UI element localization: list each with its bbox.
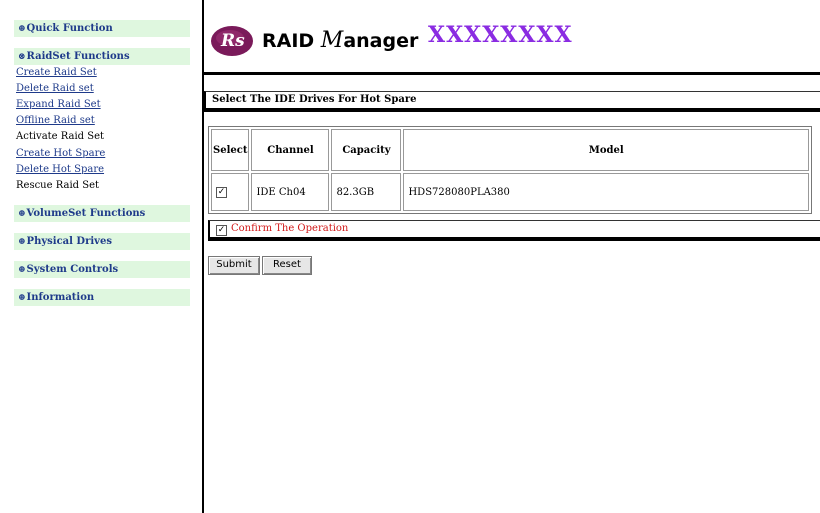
drives-table: Select Channel Capacity Model ✓ IDE Ch04… (208, 126, 812, 214)
reset-button[interactable]: Reset (262, 256, 312, 275)
confirm-bar: ✓ Confirm The Operation (208, 220, 820, 241)
col-capacity: Capacity (331, 129, 402, 171)
table-row: ✓ IDE Ch04 82.3GB HDS728080PLA380 (211, 173, 809, 211)
submit-button[interactable]: Submit (208, 256, 260, 275)
channel-cell: IDE Ch04 (251, 173, 330, 211)
section-physical-drives[interactable]: ⊕Physical Drives (14, 233, 190, 250)
capacity-cell: 82.3GB (331, 173, 402, 211)
sidebar-item-offline-raid-set[interactable]: Offline Raid set (16, 115, 95, 126)
confirm-checkbox[interactable]: ✓ (216, 225, 227, 236)
drive-select-checkbox[interactable]: ✓ (216, 187, 227, 198)
col-select: Select (211, 129, 250, 171)
sidebar-item-delete-raid-set[interactable]: Delete Raid set (16, 83, 94, 94)
section-label: System Controls (26, 264, 119, 275)
section-system-controls[interactable]: ⊕System Controls (14, 261, 190, 278)
header-rule (204, 72, 820, 75)
section-label: Quick Function (26, 23, 113, 34)
section-label: Physical Drives (26, 236, 112, 247)
expand-icon: ⊕ (18, 293, 26, 303)
confirm-label: Confirm The Operation (231, 223, 349, 234)
section-volumeset-functions[interactable]: ⊕VolumeSet Functions (14, 205, 190, 222)
sidebar-item-rescue-raid-set[interactable]: Rescue Raid Set (16, 180, 99, 191)
sidebar-item-create-hot-spare[interactable]: Create Hot Spare (16, 148, 105, 159)
collapse-icon: ⊗ (18, 52, 26, 62)
col-model: Model (403, 129, 809, 171)
section-label: RaidSet Functions (26, 51, 130, 62)
section-raidset-functions[interactable]: ⊗RaidSet Functions (14, 48, 190, 65)
product-name: XXXXXXXX (428, 22, 573, 48)
section-quick-function[interactable]: ⊕Quick Function (14, 20, 190, 37)
table-header-row: Select Channel Capacity Model (211, 129, 809, 171)
expand-icon: ⊕ (18, 265, 26, 275)
model-cell: HDS728080PLA380 (403, 173, 809, 211)
app-title: RAID Manager (262, 28, 418, 53)
sidebar-item-activate-raid-set[interactable]: Activate Raid Set (16, 131, 104, 142)
select-cell: ✓ (211, 173, 250, 211)
section-label: VolumeSet Functions (26, 208, 146, 219)
logo-text: Rs (220, 31, 245, 51)
title-suffix: anager (343, 30, 419, 52)
col-channel: Channel (251, 129, 330, 171)
title-script-m: M (320, 28, 344, 53)
section-label: Information (26, 292, 95, 303)
expand-icon: ⊕ (18, 209, 26, 219)
section-information[interactable]: ⊕Information (14, 289, 190, 306)
raid-logo: Rs (210, 24, 254, 58)
sidebar-item-delete-hot-spare[interactable]: Delete Hot Spare (16, 164, 104, 175)
sidebar-item-expand-raid-set[interactable]: Expand Raid Set (16, 99, 101, 110)
sidebar-item-create-raid-set[interactable]: Create Raid Set (16, 67, 97, 78)
panel-title: Select The IDE Drives For Hot Spare (204, 91, 820, 112)
sidebar-divider (202, 0, 204, 513)
sidebar: ⊕Quick Function ⊗RaidSet Functions Creat… (0, 0, 202, 513)
expand-icon: ⊕ (18, 237, 26, 247)
title-prefix: RAID (262, 30, 321, 52)
expand-icon: ⊕ (18, 24, 26, 34)
